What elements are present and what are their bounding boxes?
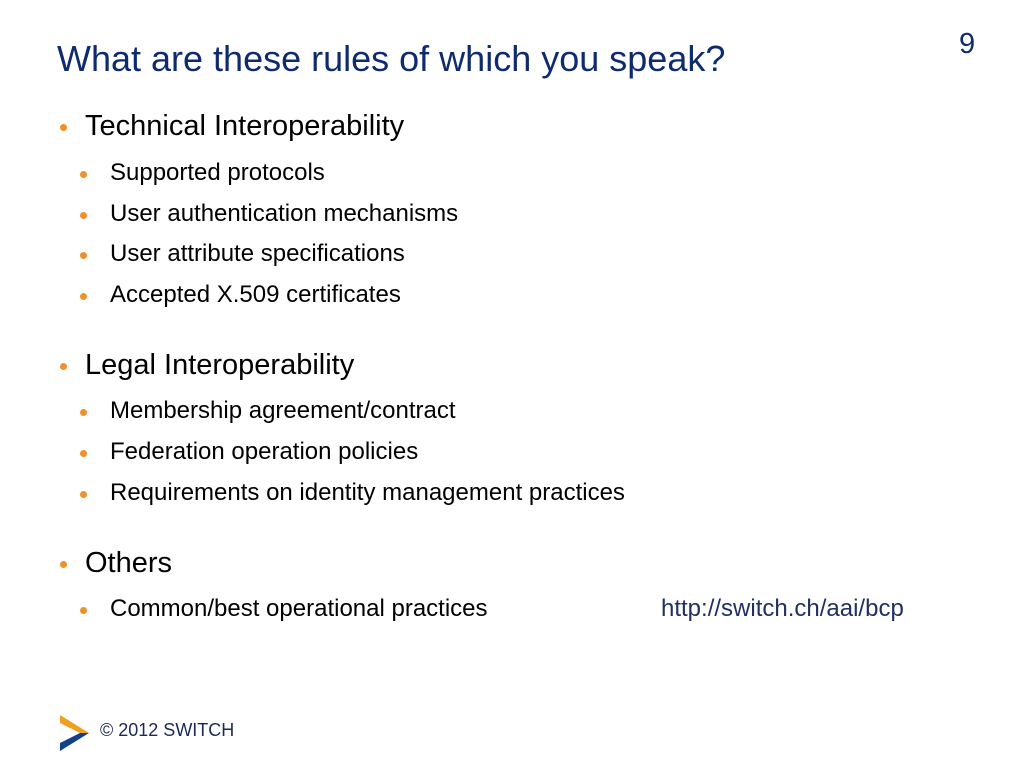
logo-orange-shape	[60, 715, 89, 733]
page-number: 9	[959, 28, 976, 60]
bullet-icon	[80, 170, 87, 178]
switch-logo-icon	[60, 715, 89, 751]
list-item: Accepted X.509 certificates	[80, 281, 401, 309]
logo-blue-shape	[60, 733, 89, 751]
bullet-icon	[80, 408, 87, 416]
list-item: Federation operation policies	[80, 438, 418, 466]
section-heading-others: Others	[60, 547, 172, 580]
list-item: Requirements on identity management prac…	[80, 479, 625, 507]
list-item-label: Common/best operational practices	[110, 595, 488, 622]
bullet-icon	[80, 490, 87, 498]
bullet-icon	[80, 292, 87, 300]
list-item: Supported protocols	[80, 159, 325, 187]
bullet-icon	[80, 606, 87, 614]
bcp-link[interactable]: http://switch.ch/aai/bcp	[661, 595, 904, 623]
slide-title: What are these rules of which you speak?	[57, 38, 726, 79]
bullet-icon	[60, 124, 67, 131]
bullet-icon	[60, 363, 67, 370]
list-item: User attribute specifications	[80, 240, 405, 268]
bullet-icon	[60, 561, 67, 568]
list-item: Membership agreement/contract	[80, 397, 456, 425]
bullet-icon	[80, 211, 87, 219]
section-heading-technical: Technical Interoperability	[60, 110, 404, 143]
bullet-icon	[80, 449, 87, 457]
list-item-label: User attribute specifications	[110, 240, 405, 267]
bullet-icon	[80, 251, 87, 259]
section-heading-label: Technical Interoperability	[85, 110, 405, 142]
list-item: Common/best operational practices	[80, 595, 488, 623]
list-item-label: User authentication mechanisms	[110, 200, 459, 227]
list-item-label: Accepted X.509 certificates	[110, 281, 401, 308]
list-item-label: Requirements on identity management prac…	[110, 479, 625, 506]
list-item-label: Membership agreement/contract	[110, 397, 456, 424]
copyright-text: © 2012 SWITCH	[100, 720, 235, 740]
section-heading-label: Legal Interoperability	[85, 349, 355, 381]
section-heading-label: Others	[85, 547, 173, 579]
list-item-label: Supported protocols	[110, 159, 325, 186]
list-item: User authentication mechanisms	[80, 200, 458, 228]
list-item-label: Federation operation policies	[110, 438, 419, 465]
section-heading-legal: Legal Interoperability	[60, 349, 354, 382]
